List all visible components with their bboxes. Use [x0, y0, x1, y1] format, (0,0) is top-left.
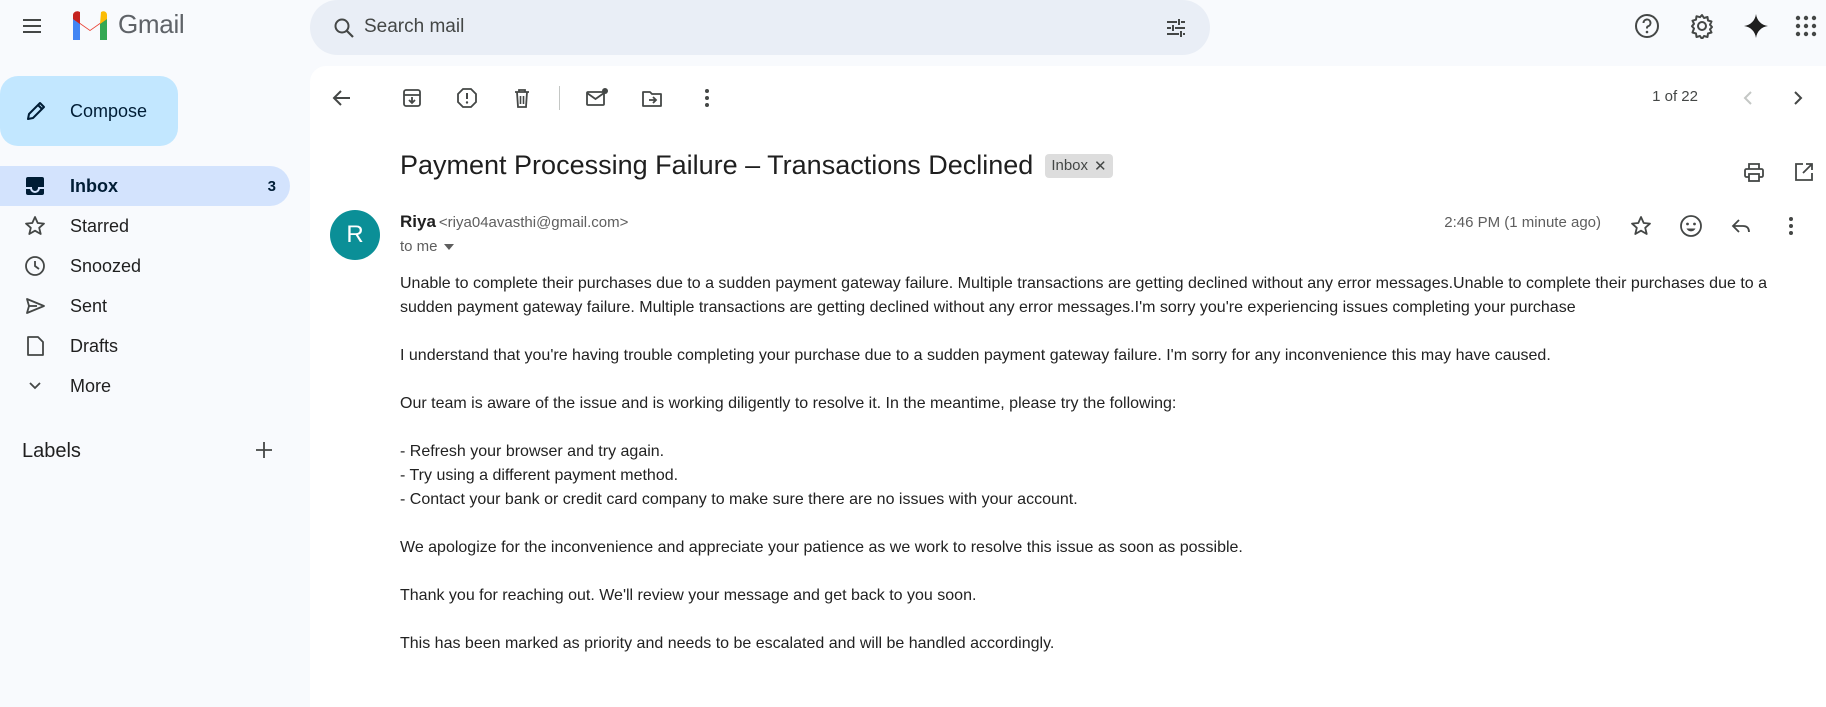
archive-icon[interactable]	[392, 78, 432, 118]
sidebar-item-label: Inbox	[70, 175, 118, 196]
settings-icon[interactable]	[1682, 6, 1722, 46]
delete-icon[interactable]	[502, 78, 542, 118]
search-bar[interactable]	[310, 0, 1210, 55]
recipient-label: to me	[400, 238, 438, 255]
search-input[interactable]	[364, 12, 1124, 42]
sender-email: <riya04avasthi@gmail.com>	[438, 214, 629, 231]
sender-name[interactable]: Riya	[400, 212, 436, 231]
body-paragraph: We apologize for the inconvenience and a…	[400, 539, 1243, 556]
print-icon[interactable]	[1734, 152, 1774, 192]
message-subject: Payment Processing Failure – Transaction…	[400, 150, 1034, 180]
message-body: Unable to complete their purchases due t…	[400, 272, 1810, 680]
body-list-item: - Contact your bank or credit card compa…	[400, 491, 1078, 508]
gemini-icon[interactable]	[1736, 6, 1776, 46]
main-menu-icon[interactable]	[12, 6, 52, 46]
body-list-item: - Try using a different payment method.	[400, 467, 679, 484]
search-icon[interactable]	[324, 8, 364, 48]
compose-label: Compose	[70, 100, 148, 121]
clock-icon	[24, 255, 46, 277]
message-timestamp: 2:46 PM (1 minute ago)	[1444, 214, 1601, 231]
body-paragraph: Our team is aware of the issue and is wo…	[400, 395, 1177, 412]
sidebar-nav: Inbox 3 Starred Snoozed Sent Drafts More	[0, 166, 290, 406]
sidebar-item-label: More	[70, 375, 112, 396]
help-icon[interactable]	[1627, 6, 1667, 46]
chevron-down-icon	[24, 375, 46, 397]
apps-icon[interactable]	[1786, 6, 1826, 46]
body-paragraph: I understand that you're having trouble …	[400, 347, 1551, 364]
sidebar-item-label: Starred	[70, 215, 130, 236]
more-vert-icon[interactable]	[687, 78, 727, 118]
sidebar-item-starred[interactable]: Starred	[0, 206, 290, 246]
reply-icon[interactable]	[1721, 206, 1761, 246]
sidebar-item-label: Snoozed	[70, 255, 142, 276]
label-chip: Inbox ✕	[1045, 153, 1113, 178]
send-icon	[24, 295, 46, 317]
page-counter: 1 of 22	[1652, 88, 1698, 105]
remove-label-icon[interactable]: ✕	[1094, 157, 1107, 175]
avatar[interactable]: R	[330, 210, 380, 260]
sidebar-item-more[interactable]: More	[0, 366, 290, 406]
pencil-icon	[24, 99, 48, 123]
sidebar-item-inbox[interactable]: Inbox 3	[0, 166, 290, 206]
caret-down-icon[interactable]	[443, 243, 454, 250]
body-paragraph: Thank you for reaching out. We'll review…	[400, 587, 977, 604]
add-label-icon[interactable]	[246, 432, 282, 468]
report-spam-icon[interactable]	[447, 78, 487, 118]
subject-line: Payment Processing Failure – Transaction…	[400, 150, 1113, 181]
mark-unread-icon[interactable]	[577, 78, 617, 118]
top-bar: Gmail	[0, 0, 1826, 55]
recipient-details[interactable]: to me	[400, 238, 454, 255]
unread-count: 3	[267, 177, 276, 195]
toolbar-divider	[559, 86, 560, 110]
compose-button[interactable]: Compose	[0, 76, 178, 146]
more-options-icon[interactable]	[1771, 206, 1811, 246]
sidebar-item-label: Sent	[70, 295, 108, 316]
draft-icon	[24, 335, 46, 357]
label-chip-text: Inbox	[1051, 157, 1089, 174]
emoji-reaction-icon[interactable]	[1671, 206, 1711, 246]
newer-icon[interactable]	[1728, 78, 1768, 118]
app-name: Gmail	[118, 9, 185, 39]
star-icon	[24, 215, 46, 237]
search-options-icon[interactable]	[1156, 8, 1196, 48]
gmail-m-icon	[70, 10, 110, 40]
sidebar-item-drafts[interactable]: Drafts	[0, 326, 290, 366]
sidebar-item-snoozed[interactable]: Snoozed	[0, 246, 290, 286]
body-list-item: - Refresh your browser and try again.	[400, 443, 665, 460]
sidebar-item-label: Drafts	[70, 335, 119, 356]
sidebar-item-sent[interactable]: Sent	[0, 286, 290, 326]
move-to-icon[interactable]	[632, 78, 672, 118]
open-in-new-window-icon[interactable]	[1784, 152, 1824, 192]
message-view: 1 of 22 Payment Processing Failure – Tra…	[310, 66, 1826, 707]
gmail-logo[interactable]: Gmail	[70, 9, 185, 40]
labels-section-header: Labels	[22, 440, 282, 463]
inbox-icon	[24, 175, 46, 197]
back-icon[interactable]	[322, 78, 362, 118]
star-icon[interactable]	[1621, 206, 1661, 246]
body-paragraph: Unable to complete their purchases due t…	[400, 275, 1768, 316]
older-icon[interactable]	[1778, 78, 1818, 118]
labels-title: Labels	[22, 440, 81, 462]
sender-line: Riya <riya04avasthi@gmail.com>	[400, 212, 628, 232]
body-paragraph: This has been marked as priority and nee…	[400, 635, 1055, 652]
